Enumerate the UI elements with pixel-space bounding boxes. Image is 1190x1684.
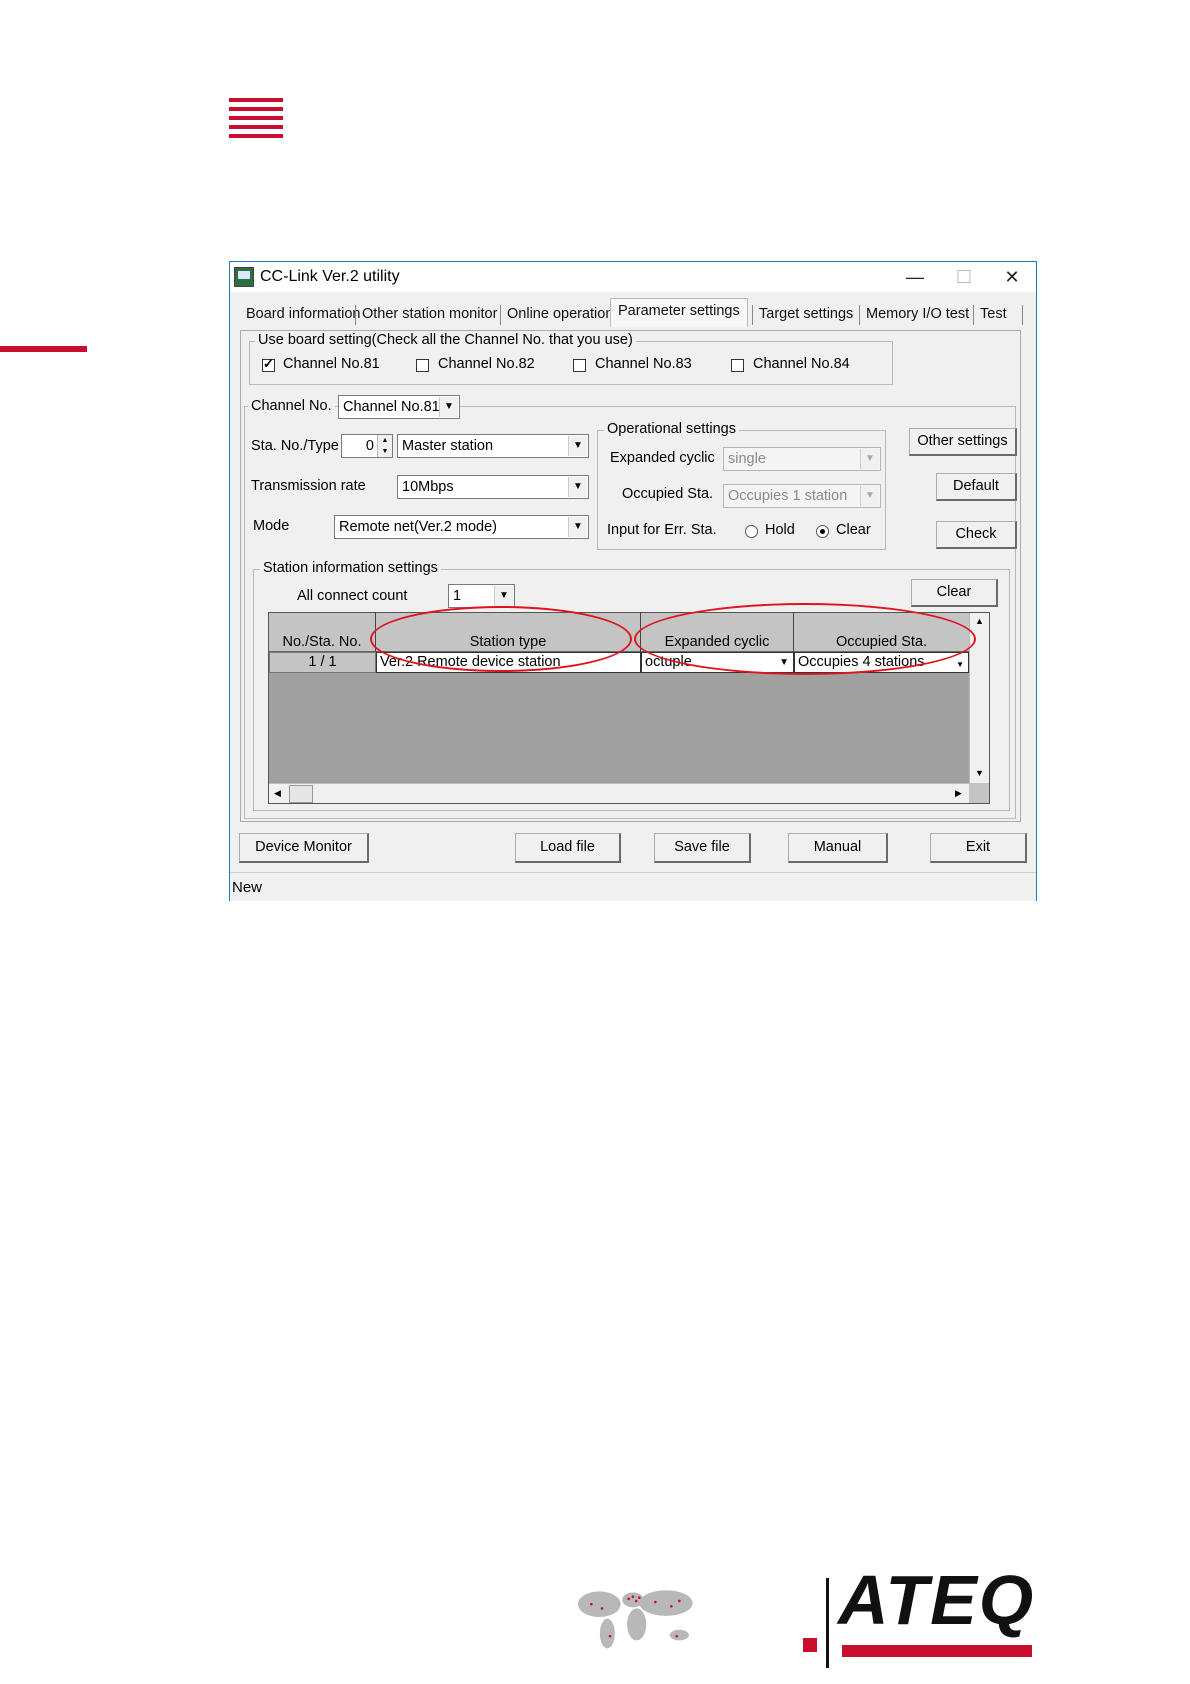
parameter-settings-panel: Use board setting(Check all the Channel …	[240, 330, 1021, 822]
load-file-button[interactable]: Load file	[515, 833, 621, 863]
horizontal-scrollbar[interactable]: ◀ ▶	[269, 783, 969, 803]
ateq-logo-text: ATEQ	[838, 1561, 1036, 1639]
app-window: CC-Link Ver.2 utility — ☐ ✕ Board inform…	[229, 261, 1037, 901]
sta-no-type-label: Sta. No./Type	[251, 438, 339, 454]
mode-label: Mode	[253, 518, 290, 534]
expanded-cyclic-label: Expanded cyclic	[610, 450, 715, 466]
exit-button[interactable]: Exit	[930, 833, 1027, 863]
device-monitor-button[interactable]: Device Monitor	[239, 833, 369, 863]
chevron-down-icon: ▼	[439, 397, 458, 417]
connect-count-select[interactable]: 1 ▼	[448, 584, 515, 608]
tab-test[interactable]: Test	[980, 302, 1007, 326]
status-text: New	[232, 879, 263, 896]
hold-radio[interactable]	[745, 525, 758, 538]
use-board-legend: Use board setting(Check all the Channel …	[255, 332, 636, 348]
channel-81-checkbox[interactable]	[262, 356, 275, 372]
channel-82-label: Channel No.82	[438, 356, 535, 372]
transmission-rate-label: Transmission rate	[251, 478, 366, 494]
chevron-down-icon: ▼	[956, 660, 964, 669]
occupied-sta-value: Occupies 1 station	[728, 488, 848, 504]
side-accent-bar	[0, 346, 87, 352]
header-no-sta: No./Sta. No.	[269, 613, 376, 652]
highlight-station-type	[370, 606, 632, 672]
highlight-cyclic-occupied	[634, 603, 976, 675]
operational-settings-legend: Operational settings	[604, 421, 739, 437]
tab-online-operation[interactable]: Online operation	[507, 302, 613, 326]
chevron-down-icon: ▼	[568, 517, 587, 537]
scroll-up-icon[interactable]: ▲	[975, 616, 984, 626]
tab-memory-io-test[interactable]: Memory I/O test	[866, 302, 969, 326]
close-button[interactable]: ✕	[989, 262, 1035, 292]
transmission-rate-select[interactable]: 10Mbps ▼	[397, 475, 589, 499]
maximize-button[interactable]: ☐	[941, 262, 987, 292]
manual-button[interactable]: Manual	[788, 833, 888, 863]
scroll-down-icon[interactable]: ▼	[975, 768, 984, 778]
operational-settings-group: Operational settings Expanded cyclic sin…	[597, 421, 886, 550]
spin-up-icon[interactable]: ▲	[377, 435, 392, 446]
sta-no-spinner[interactable]: 0 ▲ ▼	[341, 434, 393, 458]
brand-divider	[826, 1578, 829, 1668]
minimize-button[interactable]: —	[892, 262, 938, 292]
scroll-right-icon[interactable]: ▶	[955, 788, 962, 799]
channel-83-label: Channel No.83	[595, 356, 692, 372]
menu-icon[interactable]	[229, 98, 283, 138]
scroll-corner	[969, 783, 989, 803]
clear-radio[interactable]	[816, 525, 829, 538]
default-button[interactable]: Default	[936, 473, 1017, 501]
sta-type-value: Master station	[402, 438, 494, 454]
save-file-button[interactable]: Save file	[654, 833, 751, 863]
chevron-down-icon: ▼	[568, 436, 587, 456]
check-button[interactable]: Check	[936, 521, 1017, 549]
sta-type-select[interactable]: Master station ▼	[397, 434, 589, 458]
scroll-thumb[interactable]	[289, 785, 313, 803]
connect-count-value: 1	[453, 588, 462, 604]
input-err-label: Input for Err. Sta.	[607, 522, 717, 538]
tab-board-information[interactable]: Board information	[246, 302, 360, 326]
scroll-left-icon[interactable]: ◀	[274, 788, 281, 799]
brand-dot	[803, 1638, 817, 1652]
title-bar: CC-Link Ver.2 utility — ☐ ✕	[230, 262, 1036, 292]
tab-parameter-settings[interactable]: Parameter settings	[610, 298, 748, 327]
occupied-sta-label: Occupied Sta.	[622, 486, 714, 502]
chevron-down-icon: ▼	[494, 586, 513, 606]
window-title: CC-Link Ver.2 utility	[260, 268, 400, 285]
clear-button[interactable]: Clear	[911, 579, 998, 607]
row-number: 1 / 1	[269, 652, 376, 673]
expanded-cyclic-select: single ▼	[723, 447, 881, 471]
station-info-legend: Station information settings	[260, 560, 441, 576]
channel-label: Channel No.	[248, 398, 335, 414]
tab-other-station-monitor[interactable]: Other station monitor	[362, 302, 497, 326]
chevron-down-icon: ▼	[568, 477, 587, 497]
channel-83-checkbox[interactable]	[573, 359, 586, 372]
spin-down-icon[interactable]: ▼	[377, 446, 392, 457]
mode-select[interactable]: Remote net(Ver.2 mode) ▼	[334, 515, 589, 539]
channel-84-checkbox[interactable]	[731, 359, 744, 372]
channel-select-value: Channel No.81	[343, 399, 440, 415]
transmission-rate-value: 10Mbps	[402, 479, 454, 495]
mode-value: Remote net(Ver.2 mode)	[339, 519, 497, 535]
status-bar: New	[230, 872, 1036, 901]
other-settings-button[interactable]: Other settings	[909, 428, 1017, 456]
expanded-cyclic-value: single	[728, 451, 766, 467]
brand-underline	[842, 1645, 1032, 1657]
channel-select[interactable]: Channel No.81 ▼	[338, 395, 460, 419]
hold-label: Hold	[765, 522, 795, 538]
tab-target-settings[interactable]: Target settings	[759, 302, 853, 326]
channel-81-label: Channel No.81	[283, 356, 380, 372]
all-connect-count-label: All connect count	[297, 588, 408, 604]
sta-no-value: 0	[365, 438, 374, 454]
chevron-down-icon: ▼	[860, 449, 879, 469]
channel-84-label: Channel No.84	[753, 356, 850, 372]
channel-82-checkbox[interactable]	[416, 359, 429, 372]
clear-radio-label: Clear	[836, 522, 871, 538]
world-map-logo	[578, 1590, 693, 1649]
use-board-group: Use board setting(Check all the Channel …	[249, 332, 893, 385]
occupied-sta-select: Occupies 1 station ▼	[723, 484, 881, 508]
chevron-down-icon: ▼	[860, 486, 879, 506]
app-icon	[234, 267, 254, 287]
